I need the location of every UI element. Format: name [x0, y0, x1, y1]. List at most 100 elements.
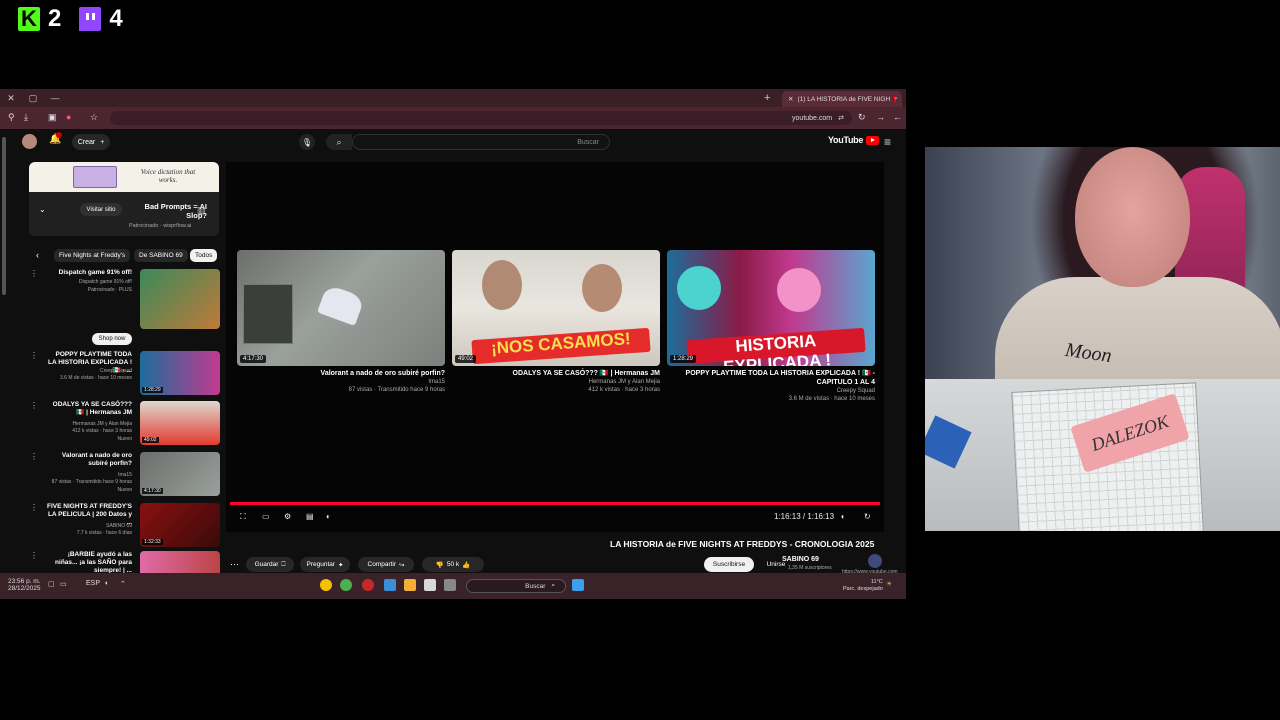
ad-sponsor: Patrocinado · wisprflow.ai	[129, 223, 192, 229]
chip-freddys[interactable]: Five Nights at Freddy's	[54, 249, 131, 262]
filter-chips: ‹ Five Nights at Freddy's De SABINO 69 T…	[30, 249, 220, 263]
settings-gear-icon[interactable]: ⚙	[284, 512, 291, 521]
new-tab-icon[interactable]: +	[764, 92, 770, 104]
chip-sabino[interactable]: De SABINO 69	[134, 249, 188, 262]
shop-now-button[interactable]: Shop now	[92, 333, 132, 345]
dislike-icon[interactable]: 👎	[436, 561, 444, 569]
chip-label: Todos	[195, 252, 213, 259]
chevron-left-icon[interactable]: ‹	[36, 250, 39, 260]
close-window-icon[interactable]: ✕	[0, 93, 22, 104]
more-options-icon[interactable]: ⋯	[230, 559, 239, 570]
downloads-icon[interactable]: ⤓	[24, 112, 28, 123]
end-card[interactable]: HISTORIA EXPLICADA ! 1:28:29 POPPY PLAYT…	[667, 250, 875, 403]
volume-tray-icon[interactable]: ◖	[104, 580, 108, 587]
extension-red-icon[interactable]: ●	[66, 112, 71, 122]
rec-meta: 412 k vistas · hace 3 horas	[72, 428, 132, 434]
minimize-window-icon[interactable]: —	[44, 93, 66, 103]
end-card[interactable]: 4:17:30 Valorant a nado de oro subiré po…	[237, 250, 445, 394]
ask-button[interactable]: Preguntar ✦	[300, 557, 350, 572]
extensions-icon[interactable]: ⚲	[8, 112, 15, 123]
notification-icon[interactable]: ▢	[48, 580, 55, 588]
save-button[interactable]: Guardar ⎕	[246, 557, 294, 572]
app-icon[interactable]	[362, 579, 374, 591]
sidebar-icon[interactable]: ▣	[48, 112, 57, 123]
sponsored-ad[interactable]: Voice dictation that works. ⌄ Visitar si…	[29, 162, 219, 236]
tab-bar: ✕ ▢ — + ✕ (1) LA HISTORIA de FIVE NIGH ⌄	[0, 89, 906, 107]
end-card-channel: Ima15	[428, 379, 445, 385]
more-options-icon[interactable]: ⋮	[30, 351, 38, 360]
more-options-icon[interactable]: ⋮	[30, 401, 38, 410]
language-indicator[interactable]: ESP	[86, 580, 100, 587]
list-item[interactable]: ⋮ 49:02 ODALYS YA SE CASÓ??? 🇲🇽 | Herman…	[30, 401, 220, 447]
avatar[interactable]	[22, 134, 37, 149]
browser-window: ✕ ▢ — + ✕ (1) LA HISTORIA de FIVE NIGH ⌄…	[0, 89, 906, 599]
scrollbar[interactable]	[2, 137, 6, 295]
autoplay-toggle[interactable]: ◐	[326, 512, 331, 521]
file-explorer-icon[interactable]	[404, 579, 416, 591]
kick-counter: K 2	[18, 5, 61, 33]
menu-icon[interactable]: ≡	[884, 135, 891, 149]
progress-bar[interactable]	[230, 502, 880, 505]
more-options-icon[interactable]: ⋮	[30, 503, 38, 512]
battery-icon[interactable]: ▭	[60, 580, 67, 588]
tab-youtube[interactable]: ✕ (1) LA HISTORIA de FIVE NIGH	[782, 91, 902, 107]
channel-avatar[interactable]	[868, 554, 882, 568]
volume-icon[interactable]: ◖	[840, 512, 845, 521]
store-icon[interactable]	[384, 579, 396, 591]
bookmark-star-icon[interactable]: ☆	[90, 112, 98, 123]
url-field[interactable]: youtube.com ⇄	[110, 111, 852, 125]
replay-icon[interactable]: ↻	[864, 512, 871, 521]
share-button[interactable]: Compartir ↪	[358, 557, 414, 572]
subscribe-button[interactable]: Suscribirse	[704, 557, 754, 572]
clock[interactable]: 23:56 p. m. 28/12/2025	[8, 578, 41, 592]
like-icon[interactable]: 👍	[462, 561, 470, 569]
tab-list-chevron-icon[interactable]: ⌄	[893, 93, 899, 101]
more-options-icon[interactable]: ⋮	[30, 452, 38, 461]
search-icon[interactable]: ⌕	[326, 134, 352, 150]
app-icon[interactable]	[424, 579, 436, 591]
taskbar-search[interactable]: Buscar ⌕	[466, 579, 566, 593]
subscriber-count: 1,35 M suscriptores	[788, 565, 832, 571]
list-item[interactable]: ⋮ ¡BARBIE ayudó a las niñas... ¡a las SA…	[30, 551, 220, 573]
fullscreen-icon[interactable]: ⛶	[240, 512, 246, 522]
voice-search-icon[interactable]: 🎙	[299, 134, 315, 150]
task-view-icon[interactable]	[444, 579, 456, 591]
end-card[interactable]: ¡NOS CASAMOS! 49:02 ODALYS YA SE CASÓ???…	[452, 250, 660, 394]
rec-channel: Dispatch game 91% off!	[79, 279, 132, 285]
theater-mode-icon[interactable]: ▭	[262, 512, 270, 521]
list-item[interactable]: ⋮ 4:17:30 Valorant a nado de oro subiré …	[30, 452, 220, 498]
list-item[interactable]: ⋮ 1:32:33 FIVE NIGHTS AT FREDDY'S LA PEL…	[30, 503, 220, 547]
list-item[interactable]: ⋮ Dispatch game 91% off! Dispatch game 9…	[30, 269, 220, 329]
close-tab-icon[interactable]: ✕	[788, 95, 793, 103]
maximize-window-icon[interactable]: ▢	[22, 93, 44, 104]
browser-icon[interactable]	[340, 579, 352, 591]
more-options-icon[interactable]: ⋮	[30, 269, 38, 278]
reload-icon[interactable]: ↻	[858, 112, 866, 123]
site-info-icon[interactable]: ⇄	[838, 114, 844, 122]
weather-widget[interactable]: 11°C Parc. despejado	[843, 579, 883, 593]
back-icon[interactable]: ←	[893, 112, 902, 122]
duration-badge: 1:32:33	[142, 539, 163, 545]
search-input[interactable]: Buscar	[352, 134, 610, 150]
list-item[interactable]: ⋮ 1:28:29 POPPY PLAYTIME TODA LA HISTORI…	[30, 351, 220, 397]
notifications-icon[interactable]: 🔔	[49, 132, 62, 145]
video-player[interactable]: 4:17:30 Valorant a nado de oro subiré po…	[226, 162, 884, 532]
duration-badge: 49:02	[142, 437, 159, 443]
channel-name[interactable]: SABINO 69	[782, 556, 819, 563]
chip-todos[interactable]: Todos	[190, 249, 218, 262]
more-options-icon[interactable]: ⋮	[30, 551, 38, 560]
youtube-logo[interactable]: YouTube	[828, 135, 880, 145]
rec-title: ¡BARBIE ayudó a las niñas... ¡a las SAÑO…	[55, 551, 132, 573]
tray-chevron-icon[interactable]: ⌃	[120, 580, 126, 588]
end-card-meta: 87 vistas · Transmitido hace 9 horas	[348, 387, 445, 393]
duration-badge: 4:17:30	[240, 355, 267, 363]
youtube-logo-text: YouTube	[828, 135, 864, 145]
chrome-icon[interactable]	[320, 579, 332, 591]
subtitles-icon[interactable]: ▤	[306, 512, 314, 521]
chevron-down-icon[interactable]: ⌄	[39, 205, 46, 214]
time-display: 1:16:13 / 1:16:13	[774, 512, 835, 521]
windows-start-icon[interactable]	[572, 579, 584, 591]
visit-site-button[interactable]: Visitar sitio	[80, 203, 122, 216]
create-button[interactable]: Crear +	[72, 134, 110, 150]
forward-icon[interactable]: →	[876, 112, 885, 122]
